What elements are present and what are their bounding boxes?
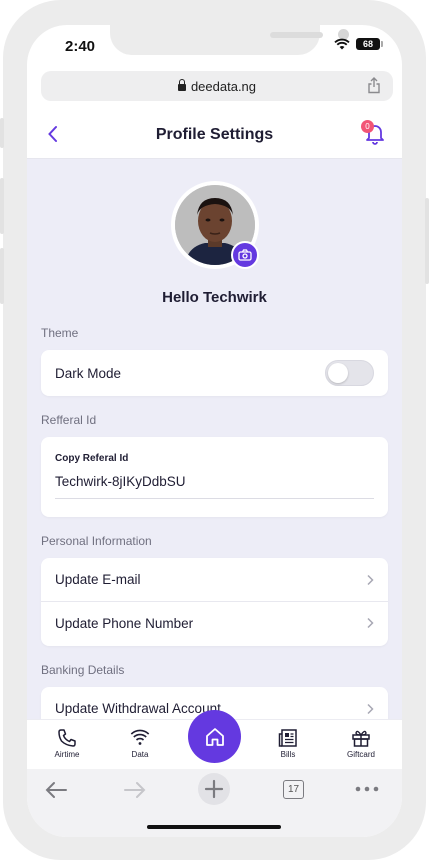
wifi-status-icon [334, 38, 350, 50]
home-icon [205, 727, 224, 746]
gift-icon [352, 730, 370, 747]
referral-underline [55, 498, 374, 499]
tab-bills[interactable]: Bills [261, 728, 315, 759]
status-icons: 68 [334, 38, 383, 50]
theme-card: Dark Mode [41, 350, 388, 396]
speaker [270, 32, 323, 38]
update-email-row[interactable]: Update E-mail [41, 558, 388, 601]
referral-field-label: Copy Referal Id [55, 453, 129, 464]
phone-icon [58, 729, 76, 747]
dark-mode-label: Dark Mode [55, 365, 122, 381]
home-indicator [147, 825, 281, 829]
personal-info-card: Update E-mail Update Phone Number [41, 558, 388, 646]
url-text: deedata.ng [190, 78, 257, 94]
back-icon[interactable] [47, 125, 59, 143]
volume-up-button [0, 178, 4, 234]
theme-section-label: Theme [41, 326, 79, 340]
notch [110, 25, 349, 55]
update-phone-row[interactable]: Update Phone Number [41, 601, 388, 644]
banking-section-label: Banking Details [41, 663, 125, 677]
update-withdrawal-label: Update Withdrawal Account [55, 701, 221, 716]
toggle-knob [328, 363, 348, 383]
notification-badge: 0 [361, 120, 374, 133]
tab-giftcard[interactable]: Giftcard [334, 728, 388, 759]
tab-giftcard-label: Giftcard [346, 750, 375, 759]
home-button[interactable] [188, 710, 241, 763]
tabs-count-button[interactable]: 17 [283, 780, 304, 799]
mute-switch [0, 118, 4, 148]
chevron-right-icon [367, 574, 374, 585]
plus-icon [204, 779, 224, 799]
browser-back-icon[interactable] [44, 781, 68, 799]
greeting: Hello Techwirk [162, 289, 267, 306]
personal-section-label: Personal Information [41, 534, 152, 548]
more-options-icon[interactable] [355, 786, 379, 792]
camera-icon [238, 249, 252, 261]
update-email-label: Update E-mail [55, 572, 141, 587]
chevron-right-icon [367, 617, 374, 629]
change-photo-button[interactable] [231, 241, 259, 269]
share-icon[interactable] [367, 77, 381, 94]
wifi-icon [130, 729, 150, 745]
tab-data[interactable]: Data [113, 728, 167, 759]
notification-button[interactable]: 0 [361, 120, 385, 150]
profile-settings-content: Hello Techwirk Theme Dark Mode Refferal … [27, 159, 402, 719]
tab-airtime-label: Airtime [54, 750, 80, 759]
dark-mode-row: Dark Mode [41, 350, 388, 396]
chevron-right-icon [367, 703, 374, 714]
volume-down-button [0, 248, 4, 304]
dark-mode-toggle[interactable] [325, 360, 374, 386]
tab-bills-label: Bills [280, 750, 296, 759]
tab-airtime[interactable]: Airtime [40, 728, 94, 759]
page-title: Profile Settings [155, 125, 274, 143]
lock-icon [177, 78, 186, 91]
status-time: 2:40 [65, 38, 96, 55]
browser-forward-icon[interactable] [123, 781, 147, 799]
referral-id-field[interactable]: Techwirk-8jIKyDdbSU [55, 474, 186, 489]
battery-indicator: 68 [356, 38, 383, 50]
new-tab-button[interactable] [198, 773, 230, 805]
bills-icon [278, 729, 297, 747]
power-button [425, 198, 429, 284]
update-phone-label: Update Phone Number [55, 615, 194, 631]
tab-data-label: Data [131, 750, 149, 759]
referral-section-label: Refferal Id [41, 413, 97, 427]
referral-card: Copy Referal Id Techwirk-8jIKyDdbSU [41, 437, 388, 517]
browser-url-bar[interactable]: deedata.ng [41, 71, 393, 101]
app-header: Profile Settings 0 [27, 111, 402, 159]
phone-screen: 2:40 68 deedata.ng Profile Settings 0 He… [27, 25, 402, 837]
